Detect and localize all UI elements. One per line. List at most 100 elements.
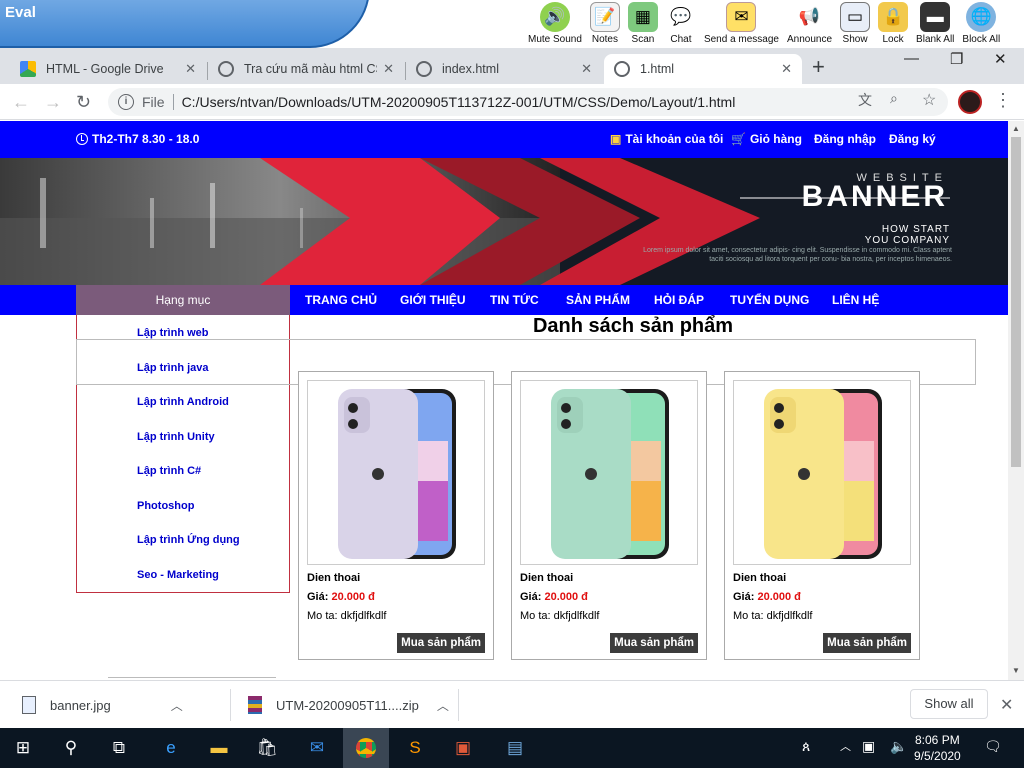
tab-index-html[interactable]: index.html ✕ xyxy=(406,54,602,84)
tool-lock[interactable]: 🔒 Lock xyxy=(878,2,909,45)
nav-about[interactable]: GIỚI THIỆU xyxy=(400,285,466,315)
task-view-icon[interactable]: ⧉ xyxy=(96,728,142,768)
globe-icon xyxy=(614,61,630,77)
tab-color-codes[interactable]: Tra cứu mã màu html CSS ✕ xyxy=(208,54,404,84)
scroll-thumb[interactable] xyxy=(1011,137,1021,467)
tool-mute-sound[interactable]: 🔊 Mute Sound xyxy=(528,2,582,45)
clock[interactable]: 8:06 PM 9/5/2020 xyxy=(914,732,961,764)
taskbar: ⊞ ⚲ ⧉ e ▬ 🛍 ✉ S ▣ ▤ ጰ ︿ ▣ 🔈 8:06 PM 9/5/… xyxy=(0,728,1024,768)
eval-tab[interactable] xyxy=(0,0,370,48)
tool-block-all[interactable]: 🌐 Block All xyxy=(962,2,1000,45)
tool-send-message[interactable]: ✉ Send a message xyxy=(704,2,779,45)
window-close-button[interactable]: ✕ xyxy=(994,50,1007,68)
nav-products[interactable]: SẢN PHẨM xyxy=(566,285,630,315)
omnibox[interactable]: i File C:/Users/ntvan/Downloads/UTM-2020… xyxy=(108,88,948,116)
download-item[interactable]: banner.jpg ︿ xyxy=(22,681,183,729)
product-image xyxy=(520,380,698,565)
browser-tab-strip: HTML - Google Drive ✕ Tra cứu mã màu htm… xyxy=(0,48,1024,84)
tab-google-drive[interactable]: HTML - Google Drive ✕ xyxy=(10,54,206,84)
tool-show[interactable]: ▭ Show xyxy=(840,2,871,45)
category-header[interactable]: Hạng mục xyxy=(76,285,290,315)
info-icon[interactable]: i xyxy=(118,94,134,110)
omnibox-divider xyxy=(172,94,174,110)
tool-label: Mute Sound xyxy=(528,34,582,45)
category-item[interactable]: Photoshop xyxy=(137,500,194,512)
sublime-text-icon[interactable]: S xyxy=(392,728,438,768)
tool-chat[interactable]: 💬 Chat xyxy=(666,2,696,45)
store-icon[interactable]: 🛍 xyxy=(244,728,290,768)
people-icon[interactable]: ጰ xyxy=(802,738,810,755)
category-item[interactable]: Lập trình Android xyxy=(137,396,229,408)
search-icon[interactable]: ⚲ xyxy=(48,728,94,768)
close-icon[interactable]: ✕ xyxy=(581,61,592,77)
tool-label: Notes xyxy=(591,34,618,45)
presentation-icon[interactable]: ▣ xyxy=(440,728,486,768)
category-item[interactable]: Lập trình java xyxy=(137,362,209,374)
close-icon[interactable]: ✕ xyxy=(1000,695,1013,715)
price-label: Giá: xyxy=(520,591,542,603)
file-explorer-icon[interactable]: ▬ xyxy=(196,728,242,768)
product-description: Mo ta: dkfjdlfkdlf xyxy=(733,610,813,622)
tool-notes[interactable]: 📝 Notes xyxy=(589,2,620,45)
new-tab-button[interactable]: + xyxy=(812,54,825,80)
speaker-icon: 🔊 xyxy=(539,2,570,32)
maximize-button[interactable]: ❐ xyxy=(950,50,963,68)
edge-icon[interactable]: e xyxy=(148,728,194,768)
nav-faq[interactable]: HỎI ĐÁP xyxy=(654,285,704,315)
nav-careers[interactable]: TUYỂN DỤNG xyxy=(730,285,809,315)
buy-button[interactable]: Mua sản phẩm xyxy=(823,633,911,653)
volume-icon[interactable]: 🔈 xyxy=(890,738,907,755)
nav-contact[interactable]: LIÊN HỆ xyxy=(832,285,879,315)
reload-icon[interactable]: ↻ xyxy=(76,92,91,113)
tool-announce[interactable]: 📢 Announce xyxy=(787,2,832,45)
show-all-button[interactable]: Show all xyxy=(910,689,988,719)
network-icon[interactable]: ▣ xyxy=(862,738,875,755)
mail-icon[interactable]: ✉ xyxy=(294,728,340,768)
category-item[interactable]: Seo - Marketing xyxy=(137,569,219,581)
tool-scan[interactable]: ▦ Scan xyxy=(627,2,658,45)
notifications-icon[interactable]: 🗨 xyxy=(984,738,1002,755)
forward-arrow-icon[interactable]: → xyxy=(44,92,62,113)
product-name: Dien thoai xyxy=(520,572,574,584)
close-icon[interactable]: ✕ xyxy=(781,61,792,77)
bookmark-star-icon[interactable]: ☆ xyxy=(922,90,936,110)
profile-avatar[interactable] xyxy=(958,90,982,114)
menu-dots-icon[interactable]: ⋮ xyxy=(994,90,1012,111)
tool-blank-all[interactable]: ▬ Blank All xyxy=(916,2,954,45)
app-icon[interactable]: ▤ xyxy=(492,728,538,768)
windows-start-icon[interactable]: ⊞ xyxy=(0,728,46,768)
chevron-up-icon[interactable]: ︿ xyxy=(840,738,851,754)
cart-link[interactable]: 🛒 Giỏ hàng xyxy=(731,132,802,146)
minimize-button[interactable]: — xyxy=(904,50,919,67)
page-scrollbar[interactable]: ▲ ▼ xyxy=(1008,121,1024,680)
scroll-up-arrow-icon[interactable]: ▲ xyxy=(1012,124,1020,133)
chevron-up-icon[interactable]: ︿ xyxy=(171,697,183,714)
download-item[interactable]: UTM-20200905T11....zip ︿ xyxy=(248,681,449,729)
address-bar: ← → ↻ i File C:/Users/ntvan/Downloads/UT… xyxy=(0,84,1024,120)
category-item[interactable]: Lập trình web xyxy=(137,327,209,339)
nav-news[interactable]: TIN TỨC xyxy=(490,285,539,315)
chevron-up-icon[interactable]: ︿ xyxy=(437,697,449,714)
nav-home[interactable]: TRANG CHỦ xyxy=(305,285,377,315)
scroll-down-arrow-icon[interactable]: ▼ xyxy=(1012,666,1020,675)
chrome-icon[interactable] xyxy=(343,728,389,768)
buy-button[interactable]: Mua sản phẩm xyxy=(397,633,485,653)
tab-1-html[interactable]: 1.html ✕ xyxy=(604,54,802,84)
block-all-icon: 🌐 xyxy=(966,2,997,32)
login-link[interactable]: Đăng nhập xyxy=(814,132,876,146)
translate-icon[interactable]: 文 xyxy=(858,90,872,110)
account-link[interactable]: ▣ Tài khoản của tôi xyxy=(610,132,723,146)
banner-lorem: Lorem ipsum dolor sit amet, consectetur … xyxy=(643,247,952,263)
close-icon[interactable]: ✕ xyxy=(185,61,196,77)
register-link[interactable]: Đăng ký xyxy=(889,132,936,146)
category-item[interactable]: Lập trình C# xyxy=(137,465,201,477)
buy-button[interactable]: Mua sản phẩm xyxy=(610,633,698,653)
category-item[interactable]: Lập trình Ứng dụng xyxy=(137,534,240,546)
eval-tools: 🔊 Mute Sound 📝 Notes ▦ Scan 💬 Chat ✉ Send a m… xyxy=(528,2,1008,45)
url-text[interactable]: C:/Users/ntvan/Downloads/UTM-20200905T11… xyxy=(182,94,736,110)
category-item[interactable]: Lập trình Unity xyxy=(137,431,215,443)
close-icon[interactable]: ✕ xyxy=(383,61,394,77)
download-divider xyxy=(458,689,459,721)
back-arrow-icon[interactable]: ← xyxy=(12,92,30,113)
zoom-icon[interactable]: ⌕ xyxy=(890,90,898,107)
